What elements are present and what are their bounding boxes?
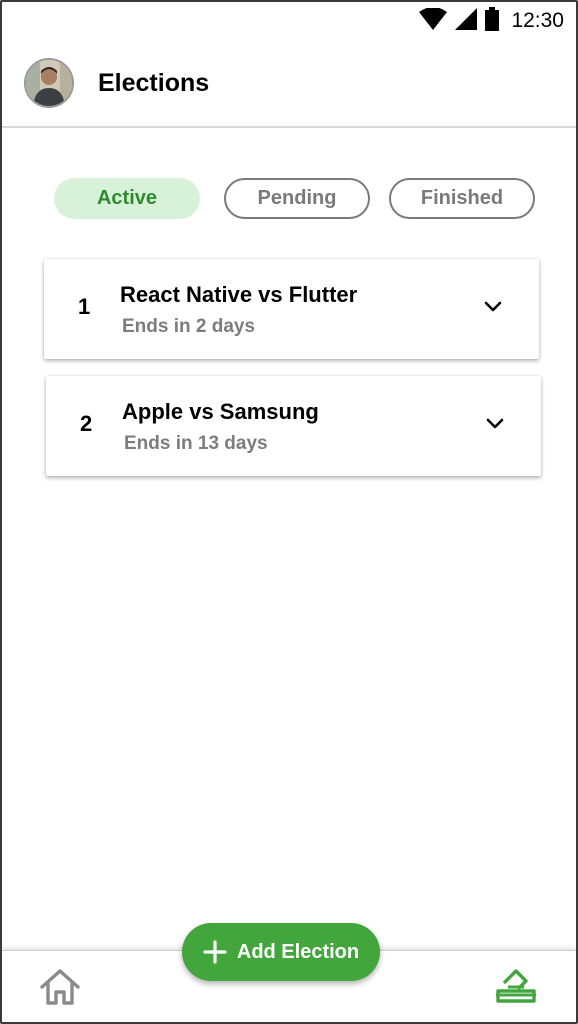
battery-icon — [485, 6, 500, 36]
phone-screen: 12:30 Elections Active Pending Finished … — [0, 0, 578, 1024]
avatar-photo — [26, 60, 72, 106]
tab-pending[interactable]: Pending — [224, 178, 370, 219]
tab-finished[interactable]: Finished — [389, 178, 535, 219]
election-title: Apple vs Samsung — [122, 399, 319, 424]
add-election-button[interactable]: Add Election — [182, 923, 380, 981]
chevron-down-icon[interactable] — [485, 416, 505, 432]
status-time: 12:30 — [511, 9, 564, 32]
election-title: React Native vs Flutter — [120, 282, 358, 307]
home-icon[interactable] — [38, 967, 82, 1007]
election-ends-in: Ends in 13 days — [124, 433, 268, 454]
app-header: Elections — [2, 40, 576, 128]
wifi-icon — [419, 6, 448, 35]
election-status-tabs: Active Pending Finished — [54, 178, 536, 220]
avatar[interactable] — [24, 58, 74, 108]
vote-icon[interactable] — [494, 961, 538, 1005]
chevron-down-icon[interactable] — [483, 299, 503, 315]
election-ends-in: Ends in 2 days — [122, 316, 256, 337]
status-bar: 12:30 — [2, 2, 576, 40]
plus-icon — [203, 940, 227, 964]
election-index: 1 — [78, 294, 91, 319]
election-card[interactable]: 1 React Native vs Flutter Ends in 2 days — [44, 259, 539, 359]
add-election-label: Add Election — [236, 940, 360, 963]
election-index: 2 — [80, 411, 93, 436]
tab-active[interactable]: Active — [54, 178, 200, 219]
signal-icon — [455, 7, 478, 35]
election-card[interactable]: 2 Apple vs Samsung Ends in 13 days — [46, 376, 541, 476]
page-title: Elections — [98, 68, 210, 97]
